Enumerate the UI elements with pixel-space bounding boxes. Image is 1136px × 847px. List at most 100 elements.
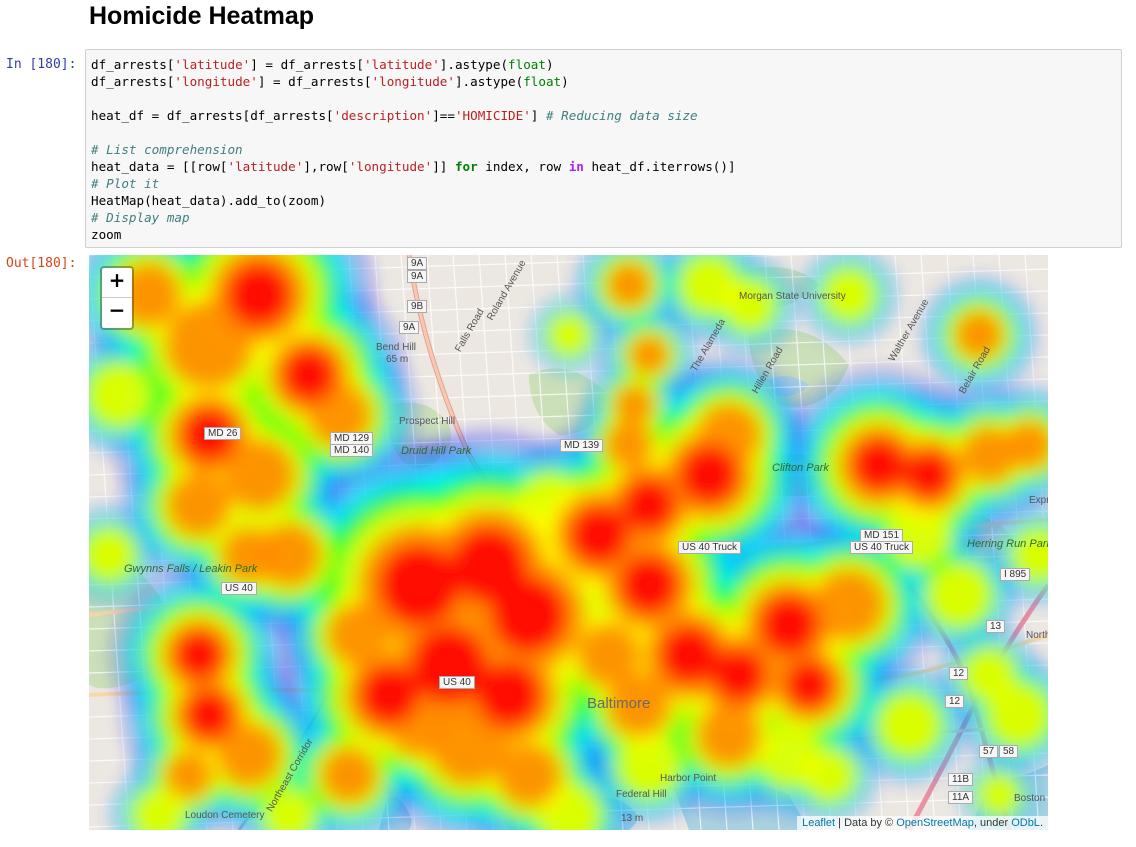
code-line: # Plot it bbox=[91, 175, 159, 192]
heat-blob bbox=[165, 751, 213, 799]
map-label: Loudon Cemetery bbox=[185, 810, 265, 821]
code-token: float bbox=[523, 74, 562, 89]
road-shield: US 40 bbox=[221, 582, 257, 595]
heat-blob bbox=[606, 262, 652, 308]
code-token: # Plot it bbox=[91, 176, 160, 191]
heat-blob bbox=[605, 421, 653, 469]
road-shield: MD 26 bbox=[204, 427, 242, 440]
code-token: # Reducing data size bbox=[545, 108, 698, 123]
code-token: ].astype( bbox=[454, 74, 524, 89]
code-token: ]] bbox=[432, 159, 455, 174]
map-label: Herring Run Park bbox=[967, 538, 1048, 550]
code-token: ].astype( bbox=[439, 57, 509, 72]
heat-blob bbox=[711, 647, 767, 703]
heat-blob bbox=[877, 693, 941, 757]
odbl-link[interactable]: ODbL bbox=[1011, 817, 1040, 829]
code-token: 'latitude' bbox=[227, 159, 304, 174]
code-token: in bbox=[568, 159, 584, 174]
heat-blob bbox=[568, 504, 630, 566]
code-token: ]== bbox=[432, 108, 455, 123]
heat-blob bbox=[358, 664, 420, 726]
zoom-in-button[interactable]: + bbox=[102, 268, 132, 298]
heat-blob bbox=[377, 543, 461, 627]
heat-blob bbox=[223, 439, 295, 511]
map-label: Bend Hill bbox=[376, 342, 417, 353]
heat-blob bbox=[813, 569, 885, 641]
heat-blob bbox=[618, 554, 680, 616]
heat-blob bbox=[321, 747, 377, 803]
heat-blob bbox=[927, 563, 991, 627]
map-label: Expre bbox=[1029, 495, 1048, 506]
code-line: # List comprehension bbox=[91, 141, 243, 158]
heat-blob bbox=[678, 444, 740, 506]
heat-blob bbox=[497, 743, 561, 807]
code-token: 'description' bbox=[333, 108, 433, 123]
code-token: df_arrests[ bbox=[91, 57, 175, 72]
road-shield: 9A bbox=[399, 321, 420, 334]
road-shield: 11B bbox=[948, 773, 974, 786]
map-label: 13 m bbox=[621, 813, 644, 824]
road-shield: MD 139 bbox=[560, 439, 604, 452]
code-cell[interactable]: df_arrests['latitude'] = df_arrests['lat… bbox=[85, 49, 1122, 248]
code-line: df_arrests['longitude'] = df_arrests['lo… bbox=[91, 73, 569, 90]
code-token: 'latitude' bbox=[363, 57, 440, 72]
code-line: df_arrests['latitude'] = df_arrests['lat… bbox=[91, 56, 554, 73]
road-shield: 13 bbox=[986, 620, 1006, 633]
heat-blob bbox=[410, 626, 488, 704]
map-label: Druid Hill Park bbox=[401, 445, 472, 457]
attribution-under: , under bbox=[973, 817, 1012, 829]
code-token: # Display map bbox=[91, 210, 190, 225]
code-token: HeatMap(heat_data).add_to(zoom) bbox=[91, 193, 327, 208]
map-label: 65 m bbox=[386, 354, 409, 365]
attribution-end: . bbox=[1039, 817, 1043, 829]
code-token: heat_df = df_arrests[df_arrests[ bbox=[91, 108, 334, 123]
road-shield: 58 bbox=[999, 745, 1019, 758]
code-token: ] bbox=[530, 108, 546, 123]
heatmap-map[interactable]: Bend Hill 65 m Prospect Hill Druid Hill Par… bbox=[89, 255, 1048, 830]
map-label: Harbor Point bbox=[660, 773, 717, 784]
zoom-out-button[interactable]: − bbox=[102, 298, 132, 327]
heat-blob bbox=[904, 450, 954, 500]
map-label: Prospect Hill bbox=[399, 416, 456, 427]
heat-blob bbox=[167, 473, 231, 537]
heat-blob bbox=[697, 703, 761, 767]
code-token: 'latitude' bbox=[174, 57, 251, 72]
zoom-control: + − bbox=[100, 266, 134, 330]
code-token: for bbox=[454, 159, 478, 174]
road-shield: 57 bbox=[979, 745, 999, 758]
map-label: Baltimore bbox=[587, 695, 651, 712]
map-label: North bbox=[1026, 630, 1048, 641]
heat-blob bbox=[89, 363, 151, 427]
code-token: 'longitude' bbox=[371, 74, 455, 89]
code-line: # Display map bbox=[91, 209, 190, 226]
code-line: heat_df = df_arrests[df_arrests['descrip… bbox=[91, 107, 698, 124]
map-attribution: Leaflet | Data by © OpenStreetMap, under… bbox=[797, 816, 1048, 830]
output-prompt: Out[180]: bbox=[6, 256, 77, 271]
map-label: Federal Hill bbox=[616, 789, 667, 800]
input-prompt: In [180]: bbox=[6, 57, 77, 72]
heat-blob bbox=[962, 648, 1016, 702]
heat-blob bbox=[802, 748, 856, 802]
heat-blob bbox=[784, 660, 834, 710]
heat-blob bbox=[490, 576, 568, 654]
heat-blob bbox=[722, 278, 776, 332]
code-token: zoom bbox=[91, 227, 122, 242]
heat-blob bbox=[226, 262, 292, 328]
code-token: ],row[ bbox=[303, 159, 349, 174]
heat-blob bbox=[621, 477, 677, 533]
leaflet-link[interactable]: Leaflet bbox=[802, 817, 835, 829]
code-token: heat_data = [[row[ bbox=[91, 159, 228, 174]
code-token: 'HOMICIDE' bbox=[454, 108, 531, 123]
road-shield: US 40 Truck bbox=[678, 541, 742, 554]
heat-blob bbox=[548, 314, 590, 356]
code-token: index, row bbox=[477, 159, 569, 174]
map-label: Boston bbox=[1014, 793, 1046, 804]
code-token: heat_df.iterrows()] bbox=[583, 159, 736, 174]
heat-blob bbox=[327, 603, 391, 667]
code-token: ) bbox=[561, 74, 569, 89]
code-token: ] = df_arrests[ bbox=[250, 57, 364, 72]
code-token: ) bbox=[545, 57, 554, 72]
openstreetmap-link[interactable]: OpenStreetMap bbox=[896, 817, 974, 829]
road-shield: I 895 bbox=[1000, 568, 1031, 581]
heat-blob bbox=[758, 594, 820, 656]
